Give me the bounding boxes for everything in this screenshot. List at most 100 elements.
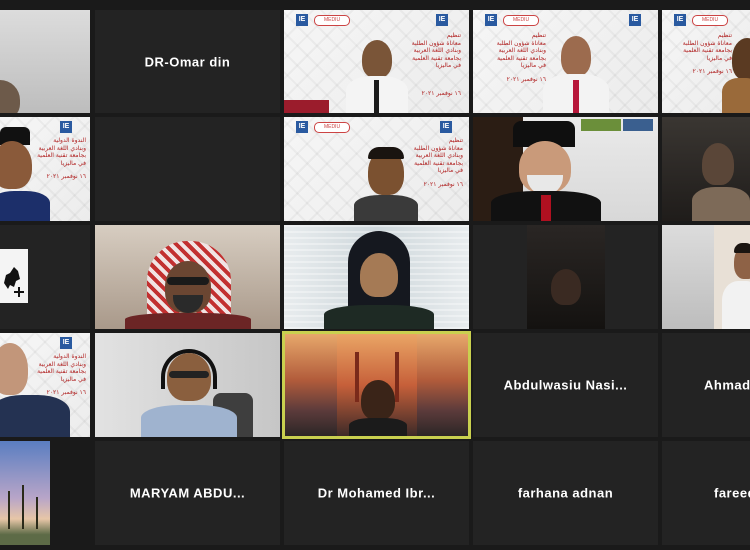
- video-tile-fareed[interactable]: fareed: [662, 441, 750, 545]
- slide-text: تنظيم معاناة شؤون الطلبة وبنادي اللغة ال…: [384, 32, 461, 70]
- participant-shirt: [349, 418, 407, 436]
- participant-shirt: [125, 313, 251, 329]
- video-tile-dark-room[interactable]: [662, 117, 750, 221]
- slide-text: تنظيم معاناة شؤون الطلبة وبنادي اللغة ال…: [473, 32, 546, 83]
- slide-line: بجامعة تقنية العلمية: [37, 368, 86, 375]
- video-tile-dark-person[interactable]: [473, 225, 658, 329]
- video-tile-farhana[interactable]: farhana adnan: [473, 441, 658, 545]
- participant-name: MARYAM ABDU...: [129, 485, 246, 501]
- slide-line: معاناة شؤون الطلبة: [411, 39, 461, 47]
- slide-line: بجامعة تقنية العلمية: [412, 54, 461, 62]
- video-tile-speaker-hijab[interactable]: [284, 225, 469, 329]
- palm-tree-icon: [22, 485, 24, 529]
- participant-shirt: [0, 191, 50, 221]
- slide-line: بجامعة تقنية العلمية: [683, 47, 732, 54]
- video-tile-maryam[interactable]: MARYAM ABDU...: [95, 441, 280, 545]
- video-tile-beach[interactable]: [0, 441, 50, 545]
- slide-line: في ماليزيا: [60, 375, 86, 383]
- participant-name: Abdulwasiu Nasi...: [503, 377, 628, 393]
- university-logo-icon: IE: [60, 337, 72, 349]
- video-tile-speaker-headset[interactable]: [95, 333, 280, 437]
- participant-shirt: [324, 305, 434, 329]
- horse-silhouette-icon: [4, 267, 24, 297]
- slide-date: ١٦ نوفمبر ٢٠٢١: [423, 180, 463, 188]
- video-tile-camera-off-1[interactable]: [95, 117, 280, 221]
- participant-tie: [541, 195, 551, 221]
- participant-shirt: [692, 187, 750, 221]
- video-tile-dr-mohamed[interactable]: Dr Mohamed Ibr...: [284, 441, 469, 545]
- university-logo-icon: IE: [436, 14, 448, 26]
- participant-name: Dr Mohamed Ibr...: [317, 485, 436, 501]
- slide-line: تنظيم: [531, 32, 546, 39]
- participant-name: Ahmad I: [704, 377, 750, 393]
- participant-hair: [734, 243, 750, 253]
- slide-text: تنظيم معاناة شؤون الطلبة وبنادي اللغة ال…: [404, 137, 463, 188]
- bridge-tower: [395, 352, 399, 402]
- participant-name: fareed: [714, 485, 750, 501]
- video-tile-dr-omar[interactable]: DR-Omar din: [95, 10, 280, 113]
- participant-shirt: [722, 78, 750, 113]
- university-logo-icon: IE: [629, 14, 641, 26]
- slide-line: بجامعة تقنية العلمية: [414, 159, 463, 167]
- video-tile-slide-speaker-4[interactable]: IE الندوة الدولية وبنادي اللغة العربية ب…: [0, 117, 90, 221]
- participant-tie: [374, 80, 379, 113]
- university-logo-icon: IE: [440, 121, 452, 133]
- university-logo-icon: IE: [485, 14, 497, 26]
- slide-line: وبنادي اللغة العربية: [38, 360, 86, 368]
- brand-logo-icon: MEDIU: [314, 122, 350, 133]
- brand-logo-icon: MEDIU: [503, 15, 539, 26]
- slide-line: في ماليزيا: [520, 62, 546, 69]
- video-tile-active-speaker[interactable]: [282, 331, 471, 439]
- university-logo-icon: IE: [296, 121, 308, 133]
- palm-tree-icon: [36, 497, 38, 529]
- book: [623, 119, 653, 131]
- slide-text: الندوة الدولية وبنادي اللغة العربية بجام…: [20, 353, 86, 397]
- participant-shirt: [0, 395, 70, 437]
- participant-video: [732, 38, 750, 80]
- video-tile-slide-speaker-1[interactable]: IE MEDIU IE تنظيم معاناة شؤون الطلبة وبن…: [284, 10, 469, 113]
- participant-video: [702, 143, 734, 185]
- participant-tie: [573, 80, 579, 113]
- video-tile-slide-speaker-6[interactable]: IE الندوة الدولية وبنادي اللغة العربية ب…: [0, 333, 90, 437]
- participant-glasses: [169, 371, 209, 378]
- slide-date: ١٦ نوفمبر ٢٠٢١: [506, 75, 546, 83]
- participant-video: [561, 36, 591, 76]
- video-tile-ahmad[interactable]: Ahmad I: [662, 333, 750, 437]
- university-logo-icon: IE: [60, 121, 72, 133]
- video-tile-speaker-keffiyeh[interactable]: [95, 225, 280, 329]
- slide-line: في ماليزيا: [437, 167, 463, 174]
- slide-line: تنظيم: [717, 32, 732, 39]
- participant-shirt: [354, 195, 418, 221]
- participant-shirt: [722, 281, 750, 329]
- slide-date: ١٦ نوفمبر ٢٠٢١: [692, 68, 732, 75]
- university-logo-icon: IE: [296, 14, 308, 26]
- profile-picture: [0, 249, 28, 303]
- palm-tree-icon: [8, 491, 10, 529]
- video-tile-1[interactable]: [0, 10, 90, 113]
- slide-line: الندوة الدولية: [53, 353, 86, 360]
- participant-shirt: [141, 405, 237, 437]
- slide-line: معاناة شؤون الطلبة: [413, 144, 463, 152]
- video-tile-speaker-edge[interactable]: [662, 225, 750, 329]
- video-tile-slide-speaker-2[interactable]: IE MEDIU IE تنظيم معاناة شؤون الطلبة وبن…: [473, 10, 658, 113]
- slide-line: في ماليزيا: [706, 54, 732, 62]
- slide-line: وبنادي اللغة العربية: [38, 144, 86, 152]
- video-tile-abdulwasiu[interactable]: Abdulwasiu Nasi...: [473, 333, 658, 437]
- slide-line: تنظيم: [448, 137, 463, 144]
- participant-name: DR-Omar din: [144, 54, 231, 69]
- video-tile-icon[interactable]: [0, 225, 90, 329]
- slide-text: تنظيم معاناة شؤون الطلبة بجامعة تقنية ال…: [662, 32, 732, 76]
- slide-line: معاناة شؤون الطلبة: [682, 39, 732, 47]
- brand-logo-icon: MEDIU: [314, 15, 350, 26]
- bridge-tower: [355, 352, 359, 402]
- slide-line: تنظيم: [446, 32, 461, 39]
- participant-video: [362, 40, 392, 78]
- book: [581, 119, 621, 131]
- video-tile-speaker-bookshelf[interactable]: [473, 117, 658, 221]
- slide-line: وبنادي اللغة العربية: [413, 47, 461, 54]
- participant-video: [360, 253, 398, 297]
- video-tile-slide-speaker-3[interactable]: IE MEDIU تنظيم معاناة شؤون الطلبة بجامعة…: [662, 10, 750, 113]
- participant-video: [0, 80, 20, 113]
- video-tile-slide-speaker-5[interactable]: IE MEDIU IE تنظيم معاناة شؤون الطلبة وبن…: [284, 117, 469, 221]
- participant-face: [551, 269, 581, 305]
